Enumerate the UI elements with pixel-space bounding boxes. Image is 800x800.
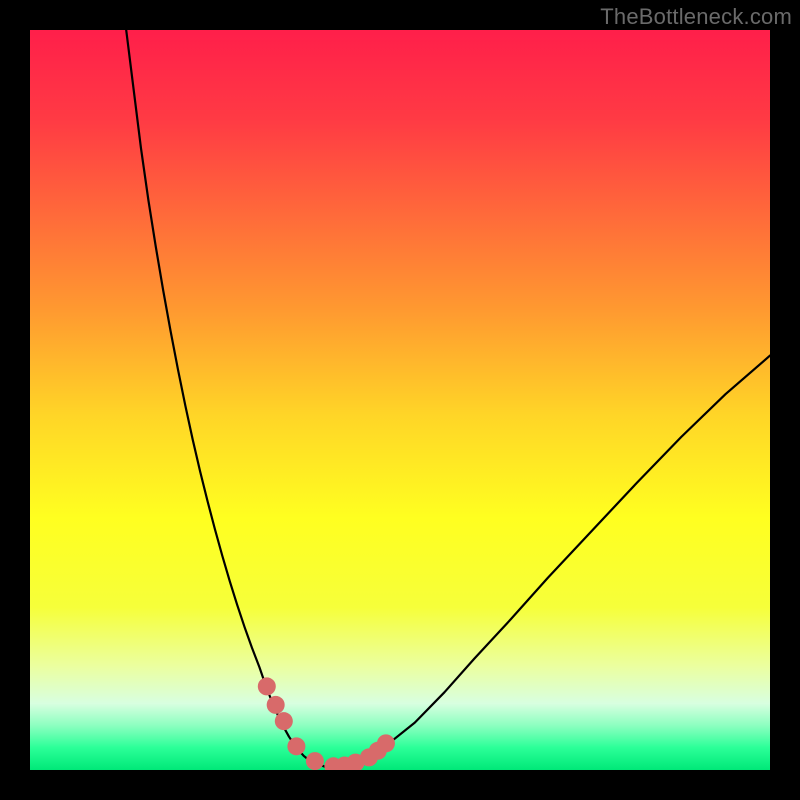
threshold-marker <box>377 734 395 752</box>
plot-area <box>30 30 770 770</box>
chart-svg <box>30 30 770 770</box>
watermark-text: TheBottleneck.com <box>600 4 792 30</box>
chart-frame: TheBottleneck.com <box>0 0 800 800</box>
threshold-marker <box>306 752 324 770</box>
threshold-marker <box>267 696 285 714</box>
threshold-marker <box>275 712 293 730</box>
threshold-marker <box>258 677 276 695</box>
threshold-marker <box>287 737 305 755</box>
